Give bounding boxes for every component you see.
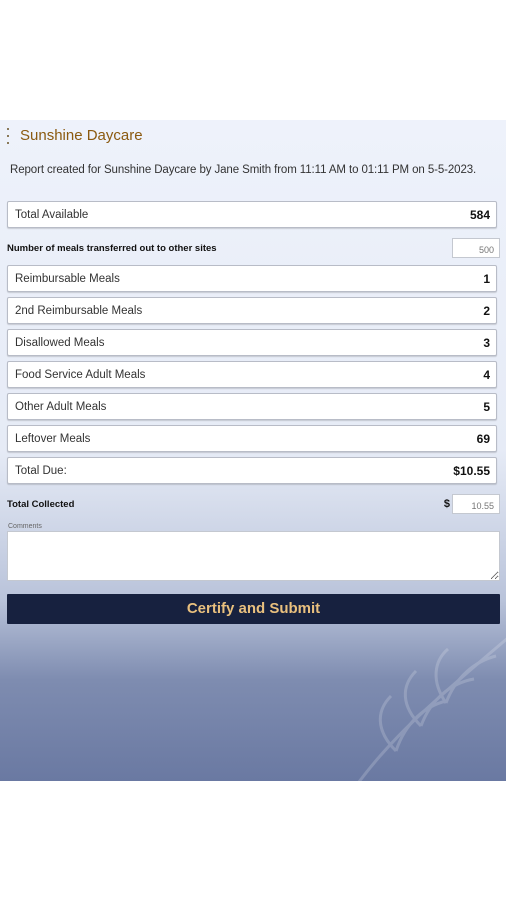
site-title: Sunshine Daycare xyxy=(20,127,143,144)
total-available-row: Total Available 584 xyxy=(7,201,497,228)
certify-submit-button[interactable]: Certify and Submit xyxy=(7,594,500,624)
total-due-row: Total Due: $10.55 xyxy=(7,457,497,484)
comments-textarea[interactable] xyxy=(7,531,500,581)
report-panel: Sunshine Daycare Report created for Suns… xyxy=(0,120,506,781)
wheat-watermark-icon xyxy=(357,637,506,781)
total-due-label: Total Due: xyxy=(15,464,67,477)
total-available-label: Total Available xyxy=(15,208,89,221)
meal-row-label: Reimbursable Meals xyxy=(15,272,120,285)
currency-symbol: $ xyxy=(443,498,450,510)
meal-row-value[interactable]: 2 xyxy=(483,304,490,318)
meal-row-disallowed: Disallowed Meals 3 xyxy=(7,329,497,356)
meal-row-food-service-adult: Food Service Adult Meals 4 xyxy=(7,361,497,388)
total-collected-field: $ xyxy=(444,494,500,514)
total-collected-label: Total Collected xyxy=(7,498,75,510)
meal-row-reimbursable: Reimbursable Meals 1 xyxy=(7,265,497,292)
transferred-input[interactable] xyxy=(452,238,500,258)
transferred-label: Number of meals transferred out to other… xyxy=(7,242,217,254)
meal-row-label: 2nd Reimbursable Meals xyxy=(15,304,143,317)
meal-row-label: Other Adult Meals xyxy=(15,400,107,413)
meal-row-value[interactable]: 1 xyxy=(483,272,490,286)
meal-row-label: Leftover Meals xyxy=(15,432,91,445)
drag-handle-icon xyxy=(7,128,9,149)
meal-row-label: Food Service Adult Meals xyxy=(15,368,146,381)
report-summary: Report created for Sunshine Daycare by J… xyxy=(10,164,477,176)
transferred-row: Number of meals transferred out to other… xyxy=(7,237,500,259)
meal-row-2nd-reimbursable: 2nd Reimbursable Meals 2 xyxy=(7,297,497,324)
meal-row-value[interactable]: 69 xyxy=(477,432,490,446)
total-collected-row: Total Collected $ xyxy=(7,493,500,515)
total-due-value: $10.55 xyxy=(453,463,490,478)
meal-row-value[interactable]: 5 xyxy=(483,400,490,414)
meal-row-other-adult: Other Adult Meals 5 xyxy=(7,393,497,420)
meal-row-label: Disallowed Meals xyxy=(15,336,105,349)
meal-row-value[interactable]: 3 xyxy=(483,336,490,350)
total-available-value: 584 xyxy=(469,207,490,222)
meal-row-leftover: Leftover Meals 69 xyxy=(7,425,497,452)
total-collected-input[interactable] xyxy=(452,494,500,514)
comments-label: Comments xyxy=(8,523,42,530)
meal-row-value[interactable]: 4 xyxy=(483,368,490,382)
